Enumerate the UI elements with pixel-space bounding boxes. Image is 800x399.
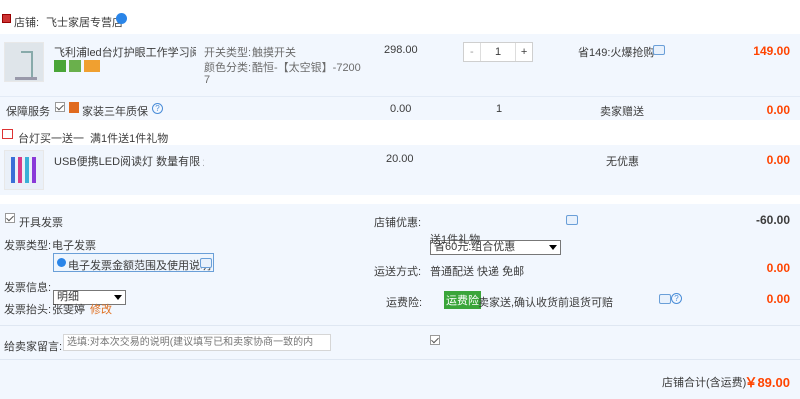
- chevron-down-icon: [549, 245, 557, 250]
- promo-text: 省149:火爆抢购: [578, 47, 655, 59]
- invoice-help-box[interactable]: 电子发票金额范围及使用说明: [53, 253, 214, 272]
- guarantee-icon[interactable]: [69, 60, 81, 72]
- shop-name-link[interactable]: 飞士家居专营店: [46, 14, 123, 30]
- divider: [0, 359, 800, 360]
- invoice-chat-icon[interactable]: [200, 258, 212, 268]
- product-thumbnail[interactable]: [4, 42, 44, 82]
- gift-promo-header: 台灯买一送一 满1件送1件礼物: [0, 121, 800, 145]
- qty-decrement-button[interactable]: -: [464, 43, 481, 61]
- footer-total-label: 店铺合计(含运费): [662, 377, 747, 389]
- product-thumbnail[interactable]: [4, 150, 44, 190]
- item-subtotal: 0.00: [766, 153, 790, 167]
- shop-icon: [2, 14, 11, 23]
- service-row: 保障服务 家装三年质保 ? 0.00 1 卖家赠送 0.00: [0, 96, 800, 120]
- quantity-stepper[interactable]: - 1 +: [463, 42, 533, 62]
- help-icon[interactable]: ?: [152, 103, 163, 114]
- service-delivery: 卖家赠送: [600, 106, 644, 118]
- invoice-type-value: 电子发票: [52, 240, 96, 252]
- order-options-panel: 开具发票 发票类型: 电子发票 电子发票金额范围及使用说明 发票信息: 明细 发…: [0, 204, 800, 399]
- service-label: 保障服务: [6, 106, 50, 118]
- insurance-text: 卖家送,确认收货前退货可赔: [478, 297, 614, 309]
- order-item-row: USB便携LED阅读灯 数量有限 送... 20.00 无优惠 0.00: [0, 145, 800, 195]
- qty-increment-button[interactable]: +: [515, 43, 532, 61]
- discount-chat-icon[interactable]: [566, 215, 578, 225]
- info-icon: [57, 258, 66, 267]
- spec-label: 颜色分类:: [204, 62, 252, 74]
- shipping-total: 0.00: [766, 261, 790, 275]
- shop-header: 店铺: 飞士家居专营店: [0, 8, 800, 30]
- gift-promo-rule: 满1件送1件礼物: [90, 133, 169, 145]
- product-badges: [54, 60, 100, 72]
- invoice-header-label: 发票抬头:: [4, 304, 52, 316]
- message-label: 给卖家留言:: [4, 341, 63, 353]
- spec-value: 触摸开关: [252, 47, 296, 59]
- message-input[interactable]: [63, 334, 331, 351]
- invoice-type-label: 发票类型:: [4, 240, 52, 252]
- insurance-label: 运费险:: [386, 297, 423, 309]
- unit-price: 20.00: [386, 153, 414, 165]
- invoice-checkbox[interactable]: [5, 213, 15, 223]
- insurance-badge: 运费险: [444, 291, 481, 309]
- spec-value-cont: 7: [204, 74, 211, 86]
- shop-discount-gift: 送1件礼物: [430, 234, 481, 246]
- order-item-row: 飞利浦led台灯护眼工作学习阅读... 开关类型: 触摸开关 颜色分类: 酷恒-…: [0, 34, 800, 96]
- invoice-open-label: 开具发票: [19, 217, 63, 229]
- invoice-edit-link[interactable]: 修改: [90, 301, 112, 317]
- gift-promo-title: 台灯买一送一: [18, 133, 84, 145]
- service-name: 家装三年质保: [82, 106, 148, 118]
- product-title-link[interactable]: USB便携LED阅读灯 数量有限 送...: [54, 153, 204, 169]
- insurance-checkbox[interactable]: [430, 335, 440, 345]
- service-subtotal: 0.00: [766, 103, 790, 117]
- seven-day-return-icon[interactable]: [54, 60, 66, 72]
- insurance-total: 0.00: [766, 292, 790, 306]
- promo-text: 无优惠: [606, 156, 639, 168]
- shop-discount-label: 店铺优惠:: [374, 217, 422, 229]
- shipping-label: 运送方式:: [374, 266, 422, 278]
- product-title-link[interactable]: 飞利浦led台灯护眼工作学习阅读...: [54, 44, 196, 60]
- service-checkbox[interactable]: [55, 102, 65, 112]
- unit-price: 298.00: [384, 44, 418, 56]
- shop-label: 店铺:: [14, 17, 40, 29]
- credit-card-icon[interactable]: [84, 60, 100, 72]
- item-subtotal: 149.00: [753, 44, 790, 58]
- insurance-chat-icon[interactable]: [659, 294, 671, 304]
- qty-input[interactable]: 1: [481, 43, 515, 61]
- service-qty: 1: [496, 103, 503, 115]
- help-icon[interactable]: ?: [671, 293, 682, 304]
- wangwang-icon[interactable]: [116, 13, 127, 24]
- footer-total: ￥89.00: [744, 375, 790, 390]
- shop-discount-total: -60.00: [755, 213, 790, 227]
- service-price: 0.00: [390, 103, 412, 115]
- service-shield-icon: [69, 102, 79, 113]
- promo-chat-icon[interactable]: [653, 45, 665, 55]
- invoice-header-value: 张雯婷: [52, 304, 85, 316]
- shipping-value: 普通配送 快递 免邮: [430, 266, 525, 278]
- spec-label: 开关类型:: [204, 47, 252, 59]
- chevron-down-icon: [114, 295, 122, 300]
- spec-value: 酷恒-【太空银】-7200: [252, 62, 361, 74]
- gift-icon: [2, 129, 13, 139]
- divider: [0, 325, 800, 326]
- invoice-help-link[interactable]: 电子发票金额范围及使用说明: [68, 257, 211, 273]
- invoice-info-label: 发票信息:: [4, 282, 52, 294]
